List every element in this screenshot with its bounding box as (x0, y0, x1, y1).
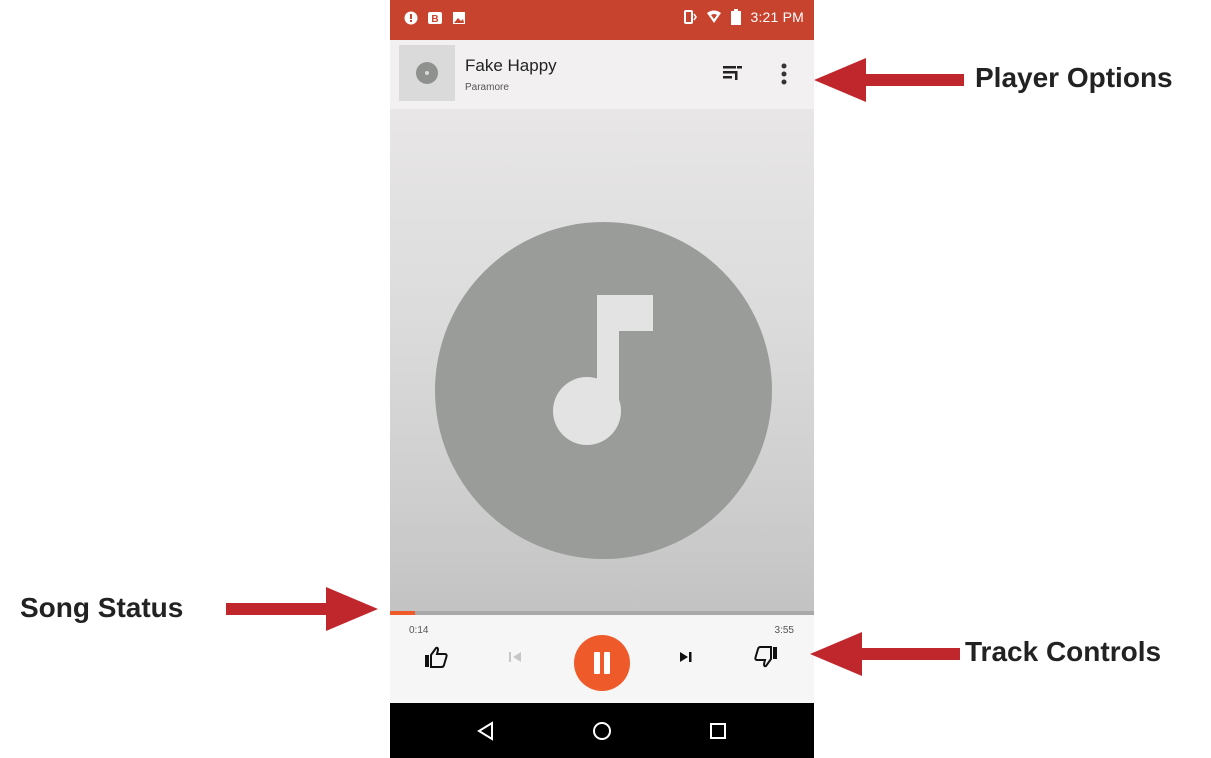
navigation-bar (390, 703, 814, 758)
skip-previous-button[interactable] (495, 637, 535, 677)
track-controls-callout: Track Controls (965, 636, 1162, 667)
current-time: 0:14 (409, 625, 429, 636)
b-app-icon: B (428, 12, 442, 25)
status-time: 3:21 PM (750, 9, 804, 25)
phone-screen: B 3:21 PM Fake Happy Paramore 0:14 3:55 (390, 0, 814, 758)
disc-icon (416, 62, 438, 84)
skip-next-icon (680, 652, 692, 662)
recents-icon[interactable] (702, 715, 734, 747)
battery-icon (731, 9, 742, 25)
now-playing-header: Fake Happy Paramore (390, 40, 814, 109)
pause-button[interactable] (574, 635, 630, 691)
more-vert-icon[interactable] (775, 58, 793, 90)
thumbs-down-icon (754, 646, 777, 668)
thumbs-down-button[interactable] (746, 637, 786, 677)
track-controls-arrow (810, 632, 960, 676)
home-icon[interactable] (586, 715, 618, 747)
song-title: Fake Happy (465, 56, 557, 75)
pause-icon (594, 652, 610, 674)
thumbs-up-button[interactable] (416, 637, 456, 677)
queue-icon[interactable] (720, 60, 746, 86)
player-options-arrow (814, 58, 964, 102)
song-status-arrow (226, 587, 378, 631)
track-controls: 0:14 3:55 (390, 615, 814, 703)
back-icon[interactable] (470, 715, 502, 747)
skip-next-button[interactable] (666, 637, 706, 677)
status-bar: B 3:21 PM (390, 0, 814, 40)
album-art-area (390, 109, 814, 611)
skip-previous-icon (509, 652, 521, 662)
music-note-icon (553, 295, 653, 445)
thumbs-up-icon (425, 646, 448, 668)
song-status-callout: Song Status (20, 592, 184, 623)
notification-icon (404, 11, 418, 25)
image-icon (453, 12, 465, 24)
song-artist: Paramore (465, 82, 509, 93)
album-art (435, 222, 772, 559)
vibrate-icon (684, 10, 698, 24)
album-thumbnail[interactable] (399, 45, 455, 101)
svg-text:B: B (431, 14, 438, 25)
wifi-icon (707, 10, 722, 23)
total-time: 3:55 (774, 625, 794, 636)
player-options-callout: Player Options (975, 62, 1173, 93)
